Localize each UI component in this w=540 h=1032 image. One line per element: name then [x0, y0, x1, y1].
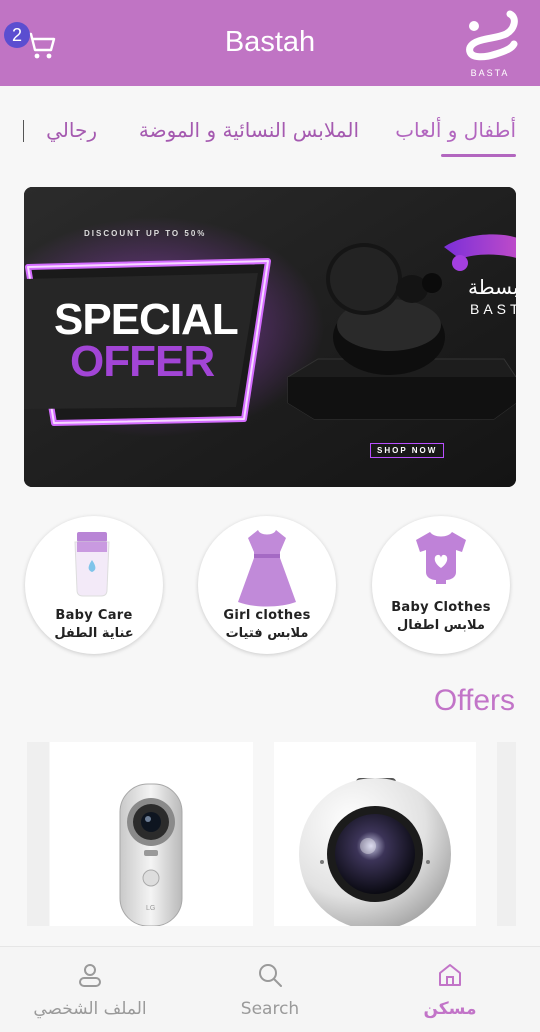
tab-women-fashion[interactable]: الملابس النسائية و الموضة — [139, 118, 359, 142]
category-label-ar: عناية الطفل — [54, 626, 134, 641]
product-card[interactable]: LG — [50, 742, 253, 927]
app-header: 2 Bastah BASTA — [0, 0, 540, 86]
onesie-icon — [416, 532, 466, 584]
carousel-prev-edge — [27, 742, 49, 926]
lotion-tube-icon — [74, 532, 110, 597]
app-title: Bastah — [224, 26, 316, 58]
bottom-navigation: مسكن Search الملف الشخصي — [0, 946, 540, 1032]
banner-headline-offer: OFFER — [70, 337, 215, 386]
banner-brand-en: BASTA — [470, 301, 516, 317]
category-label-en: Girl clothes — [223, 608, 311, 623]
category-label-en: Baby Care — [55, 608, 133, 623]
nav-search[interactable]: Search — [180, 947, 360, 1032]
dress-icon — [238, 530, 296, 607]
brand-logo[interactable]: BASTA — [460, 8, 520, 80]
category-label-en: Baby Clothes — [391, 600, 491, 615]
promo-banner[interactable]: DISCOUNT UP TO 50% SPECIAL OFFER بسطة BA… — [24, 187, 516, 487]
nav-label: مسكن — [423, 999, 477, 1019]
banner-brand-ar: بسطة — [468, 275, 516, 299]
logo-wordmark: BASTA — [470, 68, 510, 78]
shop-now-button[interactable]: SHOP NOW — [370, 443, 445, 458]
offers-section-title: Offers — [433, 684, 515, 717]
bastah-logo-icon — [466, 10, 518, 61]
category-girl-clothes[interactable]: Girl clothes ملابس فتيات — [198, 516, 336, 654]
nav-profile[interactable]: الملف الشخصي — [0, 947, 180, 1032]
tab-men[interactable]: رجالي — [46, 118, 97, 142]
home-icon — [439, 964, 461, 986]
category-tabs: أطفال و ألعاب الملابس النسائية و الموضة … — [0, 86, 540, 176]
category-label-ar: ملابس فتيات — [225, 626, 309, 641]
active-tab-indicator — [441, 154, 516, 157]
brand-mark: LG — [146, 905, 155, 912]
profile-icon — [79, 964, 101, 987]
tab-kids-toys[interactable]: أطفال و ألعاب — [395, 118, 516, 142]
nav-label: Search — [240, 999, 300, 1019]
category-baby-clothes[interactable]: Baby Clothes ملابس اطفال — [372, 516, 510, 654]
category-circles: Baby Clothes ملابس اطفال Girl clothes مل… — [0, 516, 540, 656]
discount-text: DISCOUNT UP TO 50% — [84, 229, 207, 238]
360-camera-icon — [299, 778, 451, 930]
nav-home[interactable]: مسكن — [360, 947, 540, 1032]
search-icon — [259, 964, 282, 987]
nav-label: الملف الشخصي — [33, 999, 147, 1019]
tab-scroll-edge — [23, 120, 24, 142]
category-baby-care[interactable]: Baby Care عناية الطفل — [25, 516, 163, 654]
category-label-ar: ملابس اطفال — [397, 618, 485, 633]
product-card[interactable] — [274, 742, 476, 930]
offers-carousel[interactable]: LG — [0, 742, 540, 930]
carousel-next-edge — [497, 742, 516, 926]
action-camera-icon: LG — [119, 783, 183, 927]
